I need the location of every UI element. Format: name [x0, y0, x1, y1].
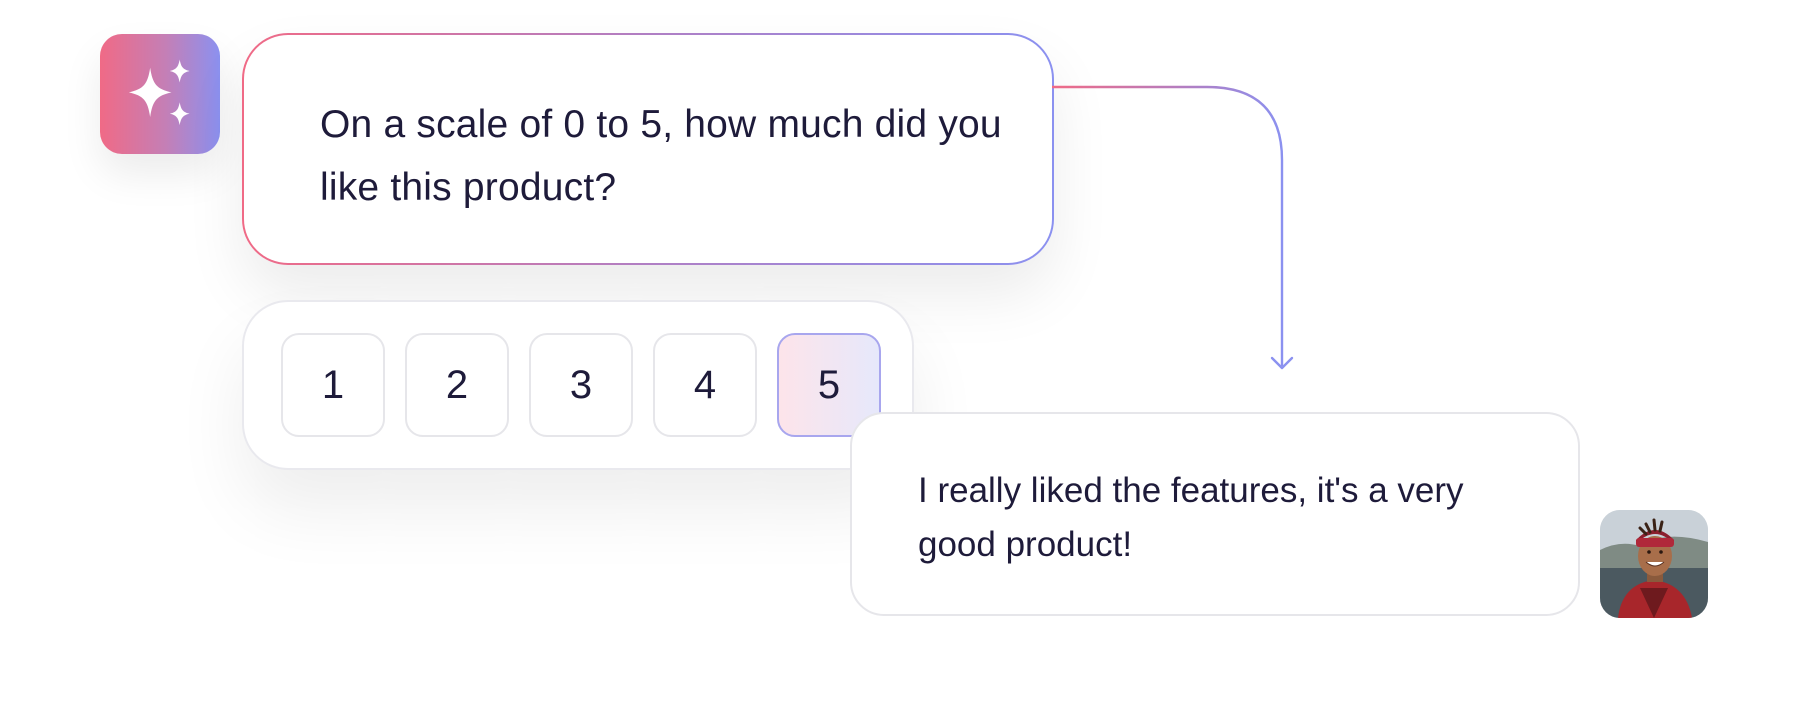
question-bubble-inner: On a scale of 0 to 5, how much did you l…	[244, 35, 1052, 263]
ai-avatar	[100, 34, 220, 154]
answer-text: I really liked the features, it's a very…	[918, 471, 1464, 564]
question-text: On a scale of 0 to 5, how much did you l…	[320, 103, 1002, 209]
sparkles-icon	[128, 59, 190, 126]
rating-option-1[interactable]: 1	[281, 333, 385, 437]
rating-card: 1 2 3 4 5	[242, 300, 914, 470]
user-avatar	[1600, 510, 1708, 618]
connector-arrow	[1052, 85, 1294, 370]
rating-option-3[interactable]: 3	[529, 333, 633, 437]
rating-option-2[interactable]: 2	[405, 333, 509, 437]
rating-option-4[interactable]: 4	[653, 333, 757, 437]
question-bubble: On a scale of 0 to 5, how much did you l…	[242, 33, 1054, 265]
answer-bubble: I really liked the features, it's a very…	[850, 412, 1580, 616]
user-photo-avatar	[1600, 510, 1708, 618]
